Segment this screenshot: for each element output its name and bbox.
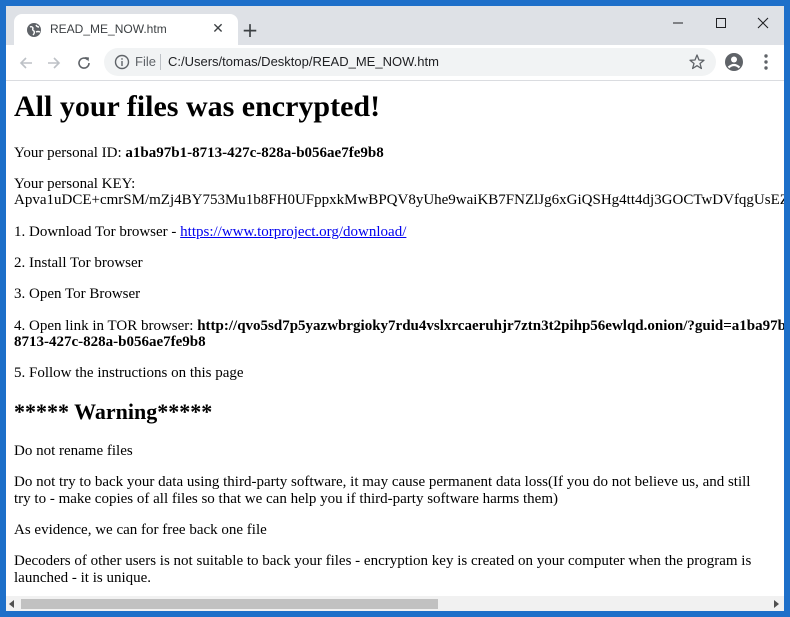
personal-key-label: Your personal KEY: bbox=[14, 176, 136, 192]
personal-id-value: a1ba97b1-8713-427c-828a-b056ae7fe9b8 bbox=[125, 145, 384, 161]
page-title: All your files was encrypted! bbox=[14, 90, 381, 123]
scroll-left-arrow-icon[interactable] bbox=[8, 600, 16, 608]
onion-link-line-1: http://qvo5sd7p5yazwbrgioky7rdu4vslxrcae… bbox=[197, 318, 784, 334]
step-1: 1. Download Tor browser - https://www.to… bbox=[14, 224, 406, 241]
step-4-text: 4. Open link in TOR browser: bbox=[14, 318, 198, 334]
menu-dots-icon[interactable] bbox=[756, 52, 776, 72]
step-1-text: 1. Download Tor browser - bbox=[14, 224, 181, 240]
personal-id-label: Your personal ID: bbox=[14, 145, 126, 161]
personal-id-line: Your personal ID: a1ba97b1-8713-427c-828… bbox=[14, 145, 384, 162]
onion-link-line-2: 8713-427c-828a-b056ae7fe9b8 bbox=[14, 334, 206, 350]
personal-key-value: Apva1uDCE+cmrSM/mZj4BY753Mu1b8FH0UFppxkM… bbox=[14, 192, 784, 208]
browser-toolbar: File C:/Users/tomas/Desktop/READ_ME_NOW.… bbox=[6, 45, 784, 81]
reload-icon[interactable] bbox=[72, 51, 96, 75]
step-2: 2. Install Tor browser bbox=[14, 255, 143, 271]
maximize-icon[interactable] bbox=[701, 8, 741, 38]
url-separator bbox=[160, 54, 161, 70]
bookmark-star-icon[interactable] bbox=[688, 53, 706, 71]
step-5: 5. Follow the instructions on this page bbox=[14, 365, 244, 381]
warning-3: As evidence, we can for free back one fi… bbox=[14, 522, 267, 538]
back-arrow-icon[interactable] bbox=[14, 51, 38, 75]
tab-strip: READ_ME_NOW.htm ✕ + bbox=[6, 6, 784, 45]
address-bar[interactable]: File C:/Users/tomas/Desktop/READ_ME_NOW.… bbox=[104, 48, 716, 76]
scroll-right-arrow-icon[interactable] bbox=[772, 600, 780, 608]
new-tab-icon[interactable]: + bbox=[238, 18, 262, 42]
warning-1: Do not rename files bbox=[14, 443, 133, 459]
globe-icon bbox=[27, 23, 41, 37]
tab-close-icon[interactable]: ✕ bbox=[210, 21, 226, 37]
forward-arrow-icon[interactable] bbox=[42, 51, 66, 75]
minimize-icon[interactable] bbox=[658, 8, 698, 38]
profile-avatar-icon[interactable] bbox=[724, 52, 744, 72]
close-window-icon[interactable] bbox=[743, 8, 783, 38]
step-3: 3. Open Tor Browser bbox=[14, 286, 141, 302]
info-icon[interactable] bbox=[114, 54, 130, 70]
tab-read-me-now[interactable]: READ_ME_NOW.htm ✕ bbox=[14, 14, 238, 45]
url-scheme: File bbox=[135, 54, 156, 69]
browser-window: READ_ME_NOW.htm ✕ + File C:/Users/tomas/… bbox=[6, 6, 784, 611]
tab-title: READ_ME_NOW.htm bbox=[50, 22, 167, 36]
tor-download-link[interactable]: https://www.torproject.org/download/ bbox=[180, 224, 406, 240]
warning-4: Decoders of other users is not suitable … bbox=[14, 553, 752, 586]
scrollbar-thumb[interactable] bbox=[21, 599, 438, 609]
warning-2: Do not try to back your data using third… bbox=[14, 474, 751, 507]
step-4: 4. Open link in TOR browser: http://qvo5… bbox=[14, 318, 784, 335]
url-text[interactable]: C:/Users/tomas/Desktop/READ_ME_NOW.htm bbox=[168, 54, 439, 70]
warning-heading: ***** Warning***** bbox=[14, 399, 213, 424]
page-content: All your files was encrypted! Your perso… bbox=[6, 81, 784, 596]
horizontal-scrollbar[interactable] bbox=[6, 596, 784, 611]
